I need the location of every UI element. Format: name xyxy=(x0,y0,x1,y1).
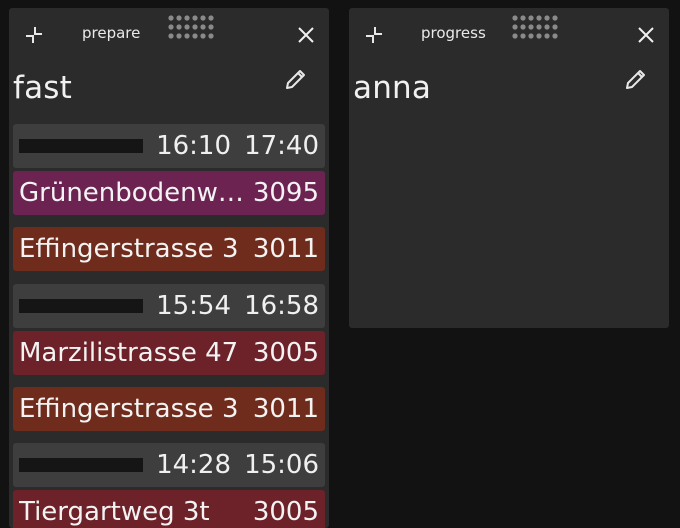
redacted-bar xyxy=(19,139,143,153)
collapse-icon[interactable] xyxy=(25,26,43,44)
close-icon[interactable] xyxy=(637,26,655,44)
panel-title-row: anna xyxy=(349,60,669,124)
stop-zip: 3005 xyxy=(252,338,319,368)
trip-end-time: 16:58 xyxy=(244,291,319,321)
pencil-icon[interactable] xyxy=(283,66,309,92)
drag-handle-icon[interactable] xyxy=(167,14,215,44)
panel-title: fast xyxy=(13,70,73,106)
trip-end-time: 15:06 xyxy=(244,450,319,480)
stop-address: Marzilistrasse 47 xyxy=(19,338,239,368)
panel-header: progress xyxy=(349,8,669,60)
close-icon[interactable] xyxy=(297,26,315,44)
trip-start-time: 15:54 xyxy=(156,291,231,321)
drag-handle-icon[interactable] xyxy=(511,14,559,44)
stop-zip: 3011 xyxy=(252,394,319,424)
stop-zip: 3095 xyxy=(252,178,319,208)
stop-item[interactable]: Effingerstrasse 3 3011 xyxy=(13,387,325,431)
stop-zip: 3011 xyxy=(252,234,319,264)
trip-header[interactable]: 15:54 16:58 xyxy=(13,284,325,328)
trip-end-time: 17:40 xyxy=(244,131,319,161)
trip-start-time: 14:28 xyxy=(156,450,231,480)
redacted-bar xyxy=(19,458,143,472)
panel-title-row: fast xyxy=(9,60,329,124)
collapse-icon[interactable] xyxy=(365,26,383,44)
trip-header[interactable]: 14:28 15:06 xyxy=(13,443,325,487)
trip-start-time: 16:10 xyxy=(156,131,231,161)
stop-zip: 3005 xyxy=(252,497,319,527)
pencil-icon[interactable] xyxy=(623,66,649,92)
stop-address: Tiergartweg 3t xyxy=(19,497,210,527)
stop-item[interactable]: Marzilistrasse 47 3005 xyxy=(13,331,325,375)
panel-title: anna xyxy=(353,70,432,106)
panel-name: prepare xyxy=(82,24,141,42)
stop-item[interactable]: Grünenbodenw… 3095 xyxy=(13,171,325,215)
panel-name: progress xyxy=(421,24,486,42)
panel-prepare: prepare fast 16:10 17:40 Grünenbodenw… 3… xyxy=(9,8,329,528)
trip-header[interactable]: 16:10 17:40 xyxy=(13,124,325,168)
stop-address: Effingerstrasse 3 xyxy=(19,234,239,264)
panel-progress: progress anna xyxy=(349,8,669,328)
panel-header: prepare xyxy=(9,8,329,60)
stop-item[interactable]: Effingerstrasse 3 3011 xyxy=(13,227,325,271)
redacted-bar xyxy=(19,299,143,313)
stop-item[interactable]: Tiergartweg 3t 3005 xyxy=(13,490,325,528)
trip-list: 16:10 17:40 Grünenbodenw… 3095 Effingers… xyxy=(13,124,325,528)
stop-address: Grünenbodenw… xyxy=(19,178,244,208)
stop-address: Effingerstrasse 3 xyxy=(19,394,239,424)
